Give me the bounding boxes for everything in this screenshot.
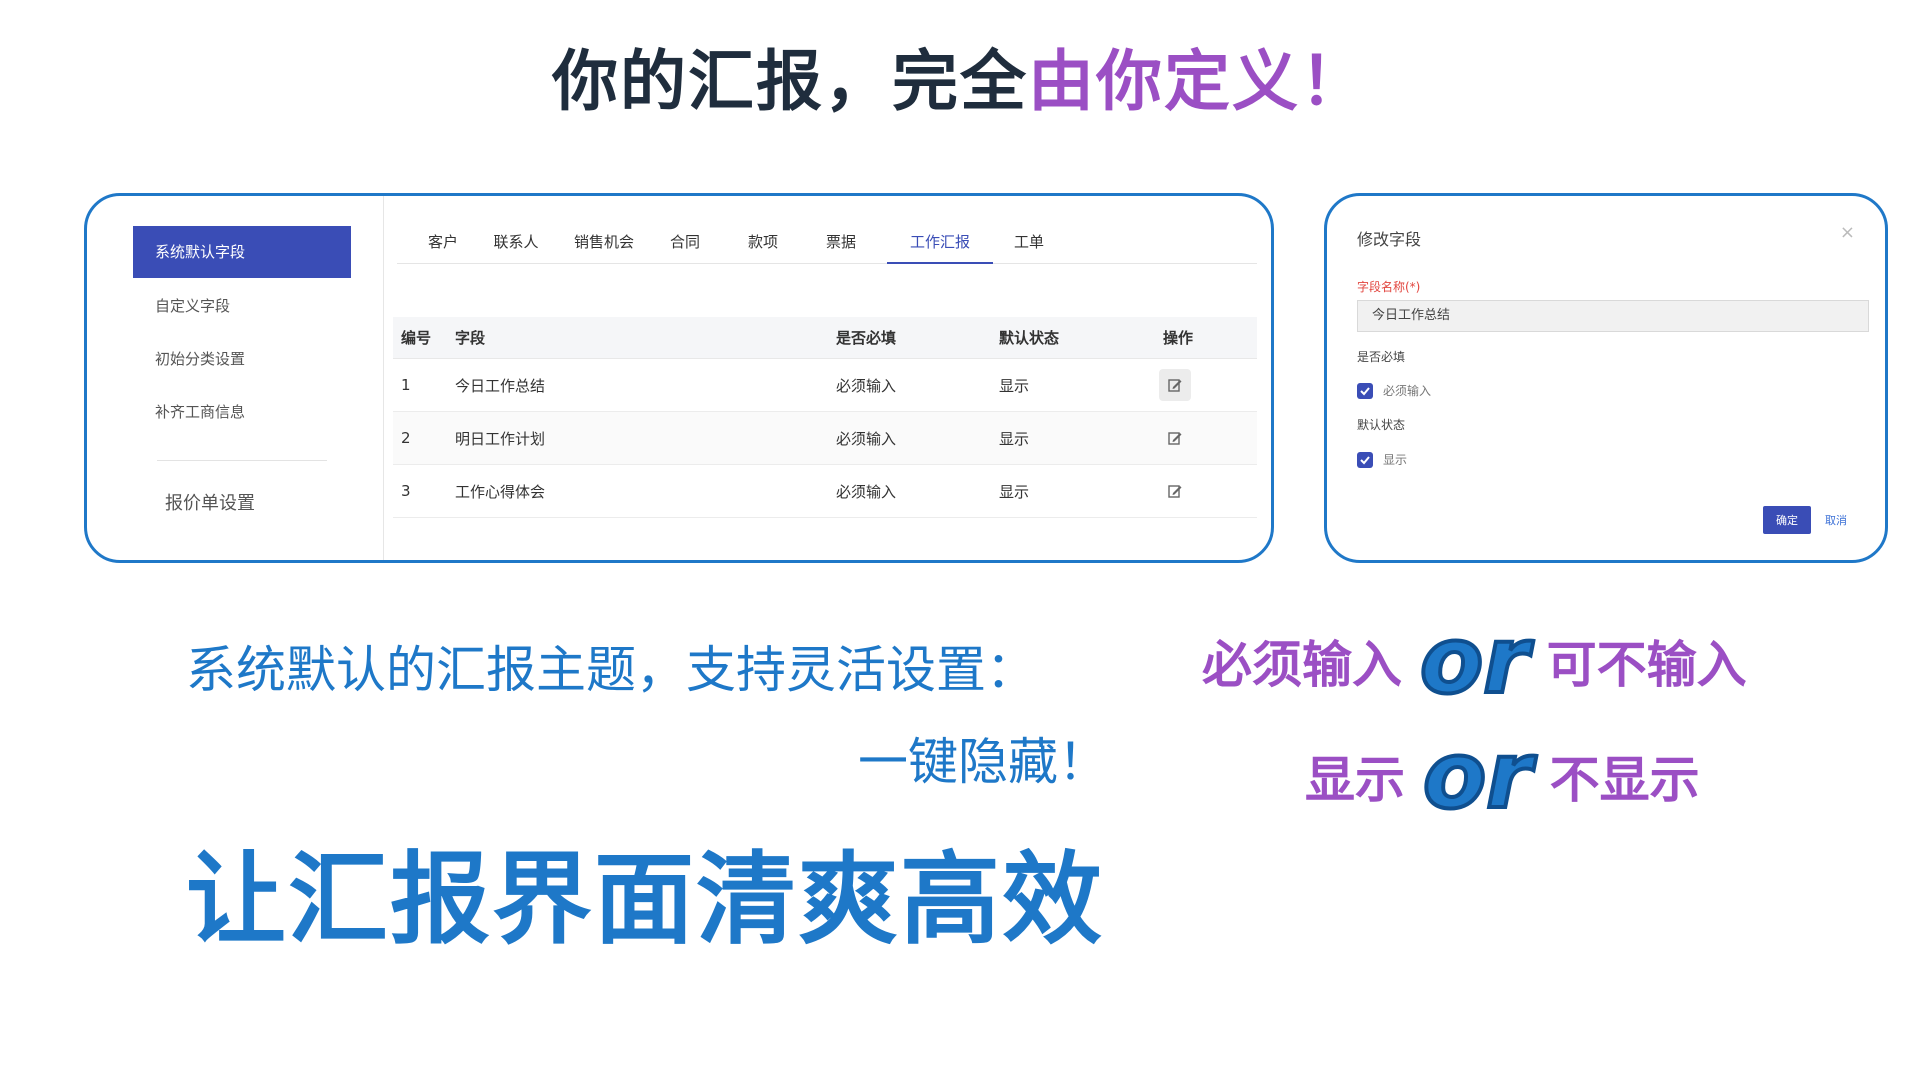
headline: 你的汇报，完全由你定义！ — [0, 28, 1920, 124]
headline-purple: 由你定义！ — [1028, 43, 1368, 120]
header-field: 字段 — [455, 329, 486, 347]
subtitle-line-1: 系统默认的汇报主题，支持灵活设置： — [186, 641, 1036, 699]
edit-icon — [1168, 379, 1182, 392]
option-show: 显示 — [1305, 751, 1405, 809]
table-row: 3 工作心得体会 必须输入 显示 — [393, 465, 1257, 518]
row-action-cell — [1163, 465, 1191, 517]
required-label: 是否必填 — [1357, 350, 1406, 364]
dialog-title: 修改字段 — [1357, 230, 1422, 249]
table-row: 2 明日工作计划 必须输入 显示 — [393, 412, 1257, 465]
field-settings-panel: 系统默认字段 自定义字段 初始分类设置 补齐工商信息 报价单设置 客户 联系人 … — [84, 193, 1274, 563]
option-required: 必须输入 — [1202, 636, 1402, 694]
tab-invoice[interactable]: 票据 — [813, 224, 869, 264]
header-state: 默认状态 — [999, 329, 1060, 347]
sidebar-item-system-fields[interactable]: 系统默认字段 — [133, 226, 351, 278]
header-required: 是否必填 — [836, 329, 897, 347]
required-checkbox[interactable] — [1357, 382, 1373, 399]
edit-button[interactable] — [1159, 475, 1191, 507]
sidebar-item-business-info[interactable]: 补齐工商信息 — [133, 386, 351, 438]
required-checkbox-row[interactable]: 必须输入 — [1357, 382, 1431, 399]
row-field: 工作心得体会 — [455, 482, 546, 501]
edit-icon — [1168, 485, 1182, 498]
row-state: 显示 — [999, 482, 1030, 501]
tab-customer[interactable]: 客户 — [415, 224, 471, 264]
row-action-cell — [1163, 412, 1191, 464]
row-required: 必须输入 — [836, 482, 897, 501]
or-word: or — [1421, 722, 1534, 829]
tab-work-report[interactable]: 工作汇报 — [887, 224, 993, 264]
tab-opportunity[interactable]: 销售机会 — [561, 224, 647, 264]
edit-button[interactable] — [1159, 369, 1191, 401]
sidebar-item-quote-settings[interactable]: 报价单设置 — [143, 478, 361, 530]
confirm-button[interactable]: 确定 — [1763, 506, 1811, 534]
row-field: 今日工作总结 — [455, 376, 546, 395]
field-name-label: 字段名称(*) — [1357, 280, 1421, 294]
row-state: 显示 — [999, 429, 1030, 448]
state-checkbox-row[interactable]: 显示 — [1357, 451, 1407, 468]
edit-field-dialog: 修改字段 × 字段名称(*) 今日工作总结 是否必填 必须输入 默认状态 显示 … — [1324, 193, 1888, 563]
sidebar-divider — [157, 460, 327, 461]
settings-sidebar: 系统默认字段 自定义字段 初始分类设置 补齐工商信息 报价单设置 — [109, 196, 384, 560]
row-id: 2 — [401, 429, 411, 447]
edit-icon — [1168, 432, 1182, 445]
header-action: 操作 — [1163, 329, 1194, 347]
header-id: 编号 — [401, 329, 432, 347]
row-required: 必须输入 — [836, 429, 897, 448]
field-name-input[interactable]: 今日工作总结 — [1357, 300, 1869, 332]
row-action-cell — [1159, 359, 1191, 411]
row-id: 3 — [401, 482, 411, 500]
table-header: 编号 字段 是否必填 默认状态 操作 — [393, 317, 1257, 359]
tab-contact[interactable]: 联系人 — [481, 224, 551, 264]
subtitle-line-2: 一键隐藏！ — [858, 733, 1108, 791]
or-word: or — [1418, 607, 1531, 714]
table-row: 1 今日工作总结 必须输入 显示 — [393, 359, 1257, 412]
big-slogan: 让汇报界面清爽高效 — [186, 841, 1104, 958]
fields-table: 编号 字段 是否必填 默认状态 操作 1 今日工作总结 必须输入 显示 2 明日… — [393, 317, 1257, 518]
close-icon[interactable]: × — [1840, 222, 1855, 243]
state-checkbox-label: 显示 — [1383, 453, 1408, 467]
option-optional: 可不输入 — [1546, 636, 1747, 694]
tab-ticket[interactable]: 工单 — [1001, 224, 1057, 264]
cancel-button[interactable]: 取消 — [1825, 506, 1847, 534]
module-tabs: 客户 联系人 销售机会 合同 款项 票据 工作汇报 工单 — [397, 224, 1257, 264]
headline-dark: 你的汇报，完全 — [552, 43, 1028, 120]
required-checkbox-label: 必须输入 — [1383, 384, 1432, 398]
state-checkbox[interactable] — [1357, 451, 1373, 468]
row-id: 1 — [401, 376, 411, 394]
sidebar-item-custom-fields[interactable]: 自定义字段 — [133, 280, 351, 332]
row-state: 显示 — [999, 376, 1030, 395]
option-row-required: 必须输入 or 可不输入 — [1202, 607, 1747, 714]
tab-contract[interactable]: 合同 — [657, 224, 713, 264]
tab-payment[interactable]: 款项 — [735, 224, 791, 264]
sidebar-item-category-settings[interactable]: 初始分类设置 — [133, 333, 351, 385]
option-hide: 不显示 — [1549, 751, 1700, 809]
check-icon — [1360, 455, 1370, 464]
option-row-visibility: 显示 or 不显示 — [1305, 722, 1700, 829]
edit-button[interactable] — [1159, 422, 1191, 454]
row-required: 必须输入 — [836, 376, 897, 395]
row-field: 明日工作计划 — [455, 429, 546, 448]
state-label: 默认状态 — [1357, 418, 1406, 432]
check-icon — [1360, 386, 1370, 395]
